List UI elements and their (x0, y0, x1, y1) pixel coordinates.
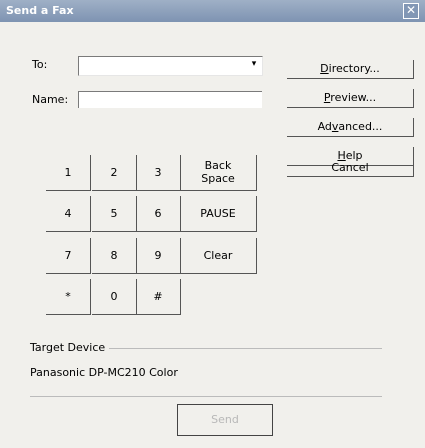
key-2[interactable]: 2 (92, 155, 137, 191)
target-device-group: Target Device Panasonic DP-MC210 Color (30, 341, 382, 397)
dialog-title: Send a Fax (6, 4, 74, 17)
chevron-down-icon: ▾ (251, 59, 257, 69)
directory-button[interactable]: Directory... (287, 60, 414, 79)
key-8[interactable]: 8 (92, 238, 137, 274)
send-button[interactable]: Send (177, 404, 273, 436)
to-dropdown-button[interactable]: ▾ (247, 58, 261, 72)
key-4[interactable]: 4 (46, 196, 91, 232)
key-5[interactable]: 5 (92, 196, 137, 232)
directory-label-accel: D (320, 62, 329, 75)
key-1[interactable]: 1 (46, 155, 91, 191)
to-label: To: (32, 58, 48, 71)
advanced-label-pre: Ad (317, 120, 332, 133)
to-combobox[interactable]: ▾ (78, 56, 263, 76)
target-device-title: Target Device (30, 341, 110, 354)
target-device-value: Panasonic DP-MC210 Color (30, 366, 178, 379)
pause-key[interactable]: PAUSE (180, 196, 257, 232)
name-label: Name: (32, 93, 69, 106)
close-button[interactable]: ✕ (403, 3, 419, 19)
advanced-button[interactable]: Advanced... (287, 118, 414, 137)
advanced-label-post: anced... (338, 120, 383, 133)
cancel-button[interactable]: Cancel (287, 160, 414, 177)
key-9[interactable]: 9 (136, 238, 181, 274)
cancel-label: Cancel (331, 161, 369, 174)
preview-label-post: review... (330, 91, 377, 104)
key-star[interactable]: * (46, 279, 91, 315)
title-bar: Send a Fax ✕ (0, 0, 425, 22)
clear-key[interactable]: Clear (180, 238, 257, 274)
key-hash[interactable]: # (136, 279, 181, 315)
key-6[interactable]: 6 (136, 196, 181, 232)
backspace-line1: Back (204, 159, 232, 172)
preview-button[interactable]: Preview... (287, 89, 414, 108)
key-0[interactable]: 0 (92, 279, 137, 315)
send-fax-dialog: Send a Fax ✕ To: ▾ Name: Directory... Pr… (0, 0, 425, 448)
key-3[interactable]: 3 (136, 155, 181, 191)
directory-label-post: irectory... (328, 62, 380, 75)
backspace-key[interactable]: Back Space (180, 155, 257, 191)
close-icon: ✕ (405, 3, 417, 17)
name-field[interactable] (78, 91, 262, 108)
backspace-line2: Space (201, 172, 235, 185)
key-7[interactable]: 7 (46, 238, 91, 274)
